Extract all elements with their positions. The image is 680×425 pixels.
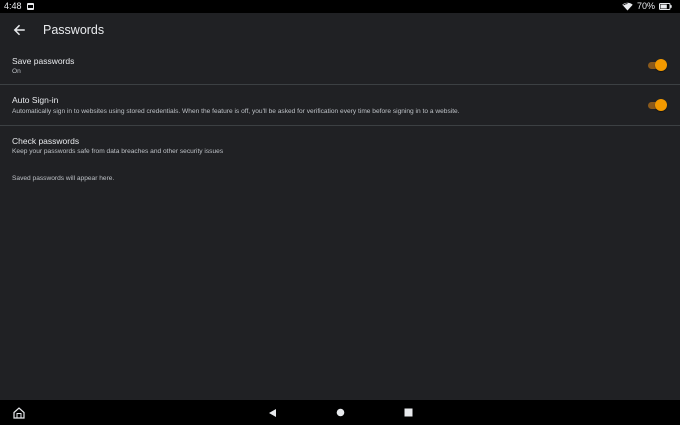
toggle-thumb (655, 59, 667, 71)
back-button[interactable] (9, 20, 29, 40)
check-passwords-row[interactable]: Check passwords Keep your passwords safe… (0, 126, 680, 162)
app-bar: Passwords (0, 13, 680, 47)
status-left: 4:48 (4, 0, 34, 13)
save-passwords-row[interactable]: Save passwords On (0, 47, 680, 84)
circle-home-icon (336, 408, 344, 417)
save-passwords-title: Save passwords (12, 56, 75, 66)
battery-icon (659, 3, 672, 10)
device-screen: 4:48 70% Passwords Save passwords On Aut… (0, 0, 680, 425)
empty-passwords-message: Saved passwords will appear here. (12, 175, 115, 182)
home-button[interactable] (8, 400, 30, 425)
save-passwords-subtitle: On (12, 68, 21, 75)
nav-back-button[interactable] (260, 400, 284, 425)
check-passwords-subtitle: Keep your passwords safe from data breac… (12, 148, 224, 155)
auto-sign-in-toggle[interactable] (647, 99, 667, 111)
square-recents-icon (404, 408, 412, 417)
page-title: Passwords (43, 23, 105, 37)
status-bar: 4:48 70% (0, 0, 680, 13)
auto-sign-in-row[interactable]: Auto Sign-in Automatically sign in to we… (0, 85, 680, 125)
auto-sign-in-title: Auto Sign-in (12, 95, 59, 105)
arrow-left-icon (13, 24, 25, 36)
wifi-icon (622, 2, 633, 11)
check-passwords-title: Check passwords (12, 136, 80, 146)
nav-recents-button[interactable] (396, 400, 420, 425)
auto-sign-in-subtitle: Automatically sign in to websites using … (12, 108, 460, 115)
battery-percent: 70% (636, 1, 655, 11)
nav-home-button[interactable] (328, 400, 352, 425)
status-right: 70% (622, 0, 672, 13)
navigation-bar (0, 400, 680, 425)
save-passwords-toggle[interactable] (647, 59, 667, 71)
home-icon (13, 406, 25, 419)
notification-image-icon (26, 3, 34, 10)
triangle-back-icon (268, 408, 276, 417)
toggle-thumb (655, 99, 667, 111)
status-time: 4:48 (4, 1, 22, 11)
